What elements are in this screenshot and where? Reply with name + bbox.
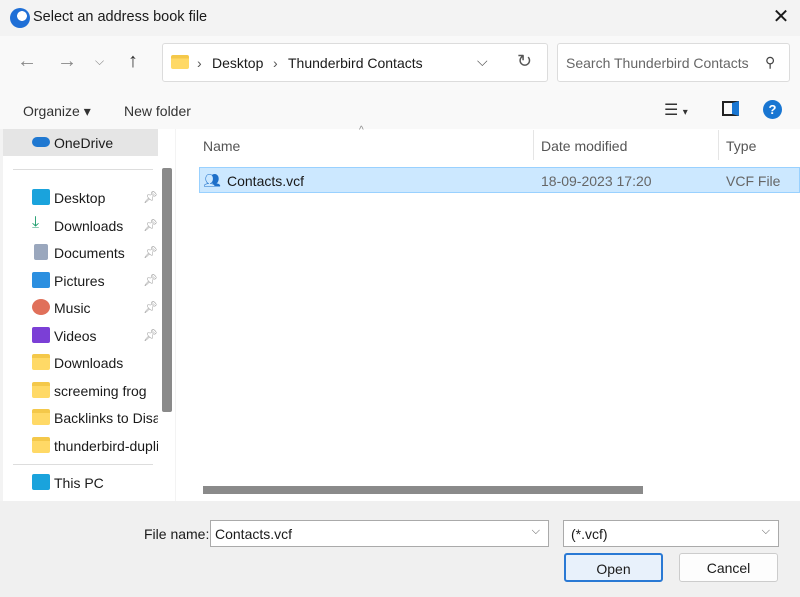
sidebar-item-folder[interactable]: screeming frog xyxy=(3,377,158,404)
file-type-select[interactable]: (*.vcf) ⌵ xyxy=(563,520,779,547)
sidebar-item-folder[interactable]: Downloads xyxy=(3,349,158,376)
pin-icon: 📌︎ xyxy=(143,273,158,287)
pin-icon: 📌︎ xyxy=(143,300,158,314)
column-divider[interactable] xyxy=(718,130,719,160)
file-type: VCF File xyxy=(726,173,781,189)
videos-icon xyxy=(32,327,50,343)
folder-icon xyxy=(32,354,50,370)
sidebar-item-music[interactable]: Music 📌︎ xyxy=(3,294,158,321)
help-icon[interactable]: ? xyxy=(763,100,782,119)
file-name-value: Contacts.vcf xyxy=(215,526,293,542)
sidebar-item-this-pc[interactable]: This PC xyxy=(3,469,158,497)
sidebar-item-pictures[interactable]: Pictures 📌︎ xyxy=(3,267,158,294)
file-name-label: File name: xyxy=(144,526,210,542)
sidebar-item-documents[interactable]: Documents 📌︎ xyxy=(3,239,158,266)
column-divider[interactable] xyxy=(533,130,534,160)
sidebar-item-label: Music xyxy=(54,300,91,316)
address-dropdown-icon[interactable]: ⌵ xyxy=(477,53,488,70)
folder-icon xyxy=(171,55,189,69)
pin-icon: 📌︎ xyxy=(143,245,158,259)
sidebar-item-label: screeming frog xyxy=(54,383,147,399)
file-date: 18-09-2023 17:20 xyxy=(541,173,652,189)
sidebar-item-label: Downloads xyxy=(54,218,124,234)
folder-icon xyxy=(32,382,50,398)
organize-button[interactable]: Organize ▾ xyxy=(23,103,91,120)
pin-icon: 📌︎ xyxy=(143,218,158,232)
file-name: Contacts.vcf xyxy=(227,173,305,189)
chevron-down-icon: ⌵ xyxy=(761,525,770,537)
cancel-button[interactable]: Cancel xyxy=(679,553,778,582)
music-icon xyxy=(32,299,50,315)
view-options-icon[interactable]: ☰ ▾ xyxy=(664,100,688,120)
horizontal-scrollbar[interactable] xyxy=(203,486,643,494)
column-type[interactable]: Type xyxy=(726,138,756,154)
sidebar-item-folder[interactable]: thunderbird-duplicates xyxy=(3,432,158,459)
file-name-input[interactable]: Contacts.vcf ⌵ xyxy=(210,520,549,547)
column-name[interactable]: Name xyxy=(203,138,240,154)
sort-arrow-icon: ^ xyxy=(359,125,364,136)
folder-icon xyxy=(32,409,50,425)
sidebar-item-folder[interactable]: Backlinks to Disavow xyxy=(3,404,158,431)
sidebar-item-label: Backlinks to Disavow xyxy=(54,410,158,426)
contacts-file-icon: 👥︎ xyxy=(203,172,221,188)
refresh-icon[interactable]: ↻ xyxy=(517,51,532,72)
sidebar-item-label: Videos xyxy=(54,328,97,344)
chevron-down-icon[interactable]: ⌵ xyxy=(532,525,540,538)
search-input[interactable]: Search Thunderbird Contacts xyxy=(557,43,790,82)
sidebar-item-label: Desktop xyxy=(54,190,106,206)
search-icon: ⚲ xyxy=(765,54,776,70)
sidebar-item-label: This PC xyxy=(54,475,104,491)
sidebar-item-label: thunderbird-duplicates xyxy=(54,438,158,454)
new-folder-button[interactable]: New folder xyxy=(124,103,191,119)
download-icon: ⤓ xyxy=(32,214,40,231)
pin-icon: 📌︎ xyxy=(143,190,158,204)
documents-icon xyxy=(34,244,48,260)
sidebar-divider xyxy=(13,169,153,170)
breadcrumb-thunderbird-contacts[interactable]: Thunderbird Contacts xyxy=(288,55,423,71)
file-type-value: (*.vcf) xyxy=(571,526,608,542)
sidebar-item-onedrive[interactable]: OneDrive xyxy=(3,129,158,156)
window-title: Select an address book file xyxy=(33,9,208,25)
column-date-modified[interactable]: Date modified xyxy=(541,138,627,154)
sidebar-item-label: Downloads xyxy=(54,355,124,371)
up-icon[interactable]: ↑ xyxy=(128,50,138,73)
folder-icon xyxy=(32,437,50,453)
open-button[interactable]: Open xyxy=(564,553,663,582)
footer xyxy=(0,501,800,597)
recent-dropdown-icon[interactable]: ⌵ xyxy=(95,54,104,69)
pc-icon xyxy=(32,474,50,490)
organize-label: Organize xyxy=(23,103,80,119)
preview-pane-icon[interactable] xyxy=(722,101,739,116)
thunderbird-icon xyxy=(10,8,30,28)
back-icon[interactable]: ← xyxy=(17,50,37,73)
sidebar-item-label: Pictures xyxy=(54,273,105,289)
desktop-icon xyxy=(32,189,50,205)
breadcrumb-separator-icon: › xyxy=(273,55,278,71)
sidebar-item-label: OneDrive xyxy=(54,135,114,151)
navigation-pane: OneDrive Desktop 📌︎ ⤓ Downloads 📌︎ Document… xyxy=(3,129,175,501)
sidebar-item-label: Documents xyxy=(54,245,125,261)
sidebar-scrollbar[interactable] xyxy=(162,168,172,412)
sidebar-item-desktop[interactable]: Desktop 📌︎ xyxy=(3,184,158,211)
close-button[interactable]: ✕ xyxy=(768,4,794,30)
sidebar-item-videos[interactable]: Videos 📌︎ xyxy=(3,322,158,349)
breadcrumb-separator-icon: › xyxy=(197,55,202,71)
sidebar-divider xyxy=(13,464,153,465)
pictures-icon xyxy=(32,272,50,288)
pin-icon: 📌︎ xyxy=(143,328,158,342)
breadcrumb-desktop[interactable]: Desktop xyxy=(212,55,263,71)
forward-icon[interactable]: → xyxy=(57,50,77,73)
cloud-icon xyxy=(32,137,50,147)
sidebar-item-downloads[interactable]: ⤓ Downloads 📌︎ xyxy=(3,212,158,239)
